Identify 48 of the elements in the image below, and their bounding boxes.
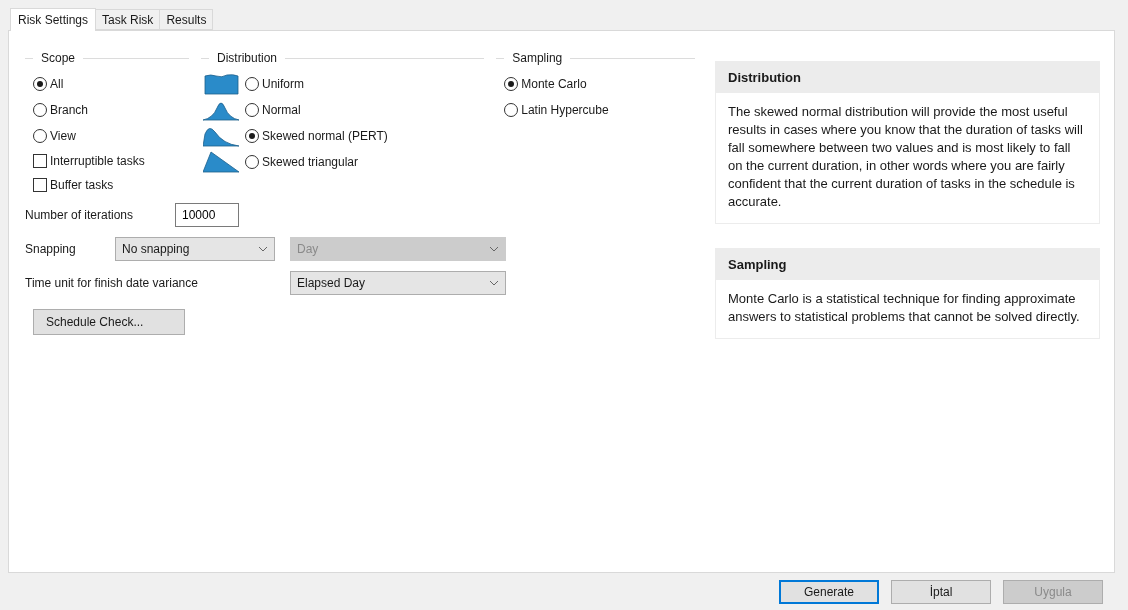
radio-option[interactable]: Skewed normal (PERT) xyxy=(245,129,388,143)
chevron-icon xyxy=(489,280,499,286)
group-title: Distribution xyxy=(217,51,277,65)
radio-option[interactable]: Skewed triangular xyxy=(245,155,359,169)
field-label: Time unit for finish date variance xyxy=(25,276,199,290)
chevron-icon xyxy=(489,246,499,252)
radio-option[interactable]: Normal xyxy=(245,103,301,117)
info-title: Distribution xyxy=(716,62,1099,93)
distribution-curve-icon xyxy=(203,102,240,121)
field-label: Snapping xyxy=(25,242,77,256)
distribution-curve-icon xyxy=(204,74,239,95)
iterations-input[interactable]: 10000 xyxy=(175,203,239,227)
radio-button[interactable] xyxy=(504,103,519,117)
radio-button[interactable] xyxy=(33,77,47,91)
snapping-dropdown[interactable]: No snapping xyxy=(115,237,275,261)
checkbox-option[interactable]: Interruptible tasks xyxy=(33,154,145,168)
info-text: Monte Carlo is a statistical technique for finding approximate answers to statistical problems that cannot be solved directly. xyxy=(727,290,1081,326)
time-unit-dropdown[interactable]: Elapsed Day xyxy=(290,271,506,295)
tab[interactable]: Task Risk xyxy=(95,9,161,30)
radio-button[interactable] xyxy=(33,129,47,143)
checkbox-option[interactable]: Buffer tasks xyxy=(33,178,114,192)
radio-button[interactable] xyxy=(33,103,47,117)
tab[interactable]: Results xyxy=(159,9,214,30)
info-text: The skewed normal distribution will provide the most useful results in cases where you know that the duration of tasks will fall somewhere between two values and is most likely to fall on the current duration, in other words where you are fairly confident that the current duration of tasks in the schedule is accurate. xyxy=(727,103,1084,211)
radio-option[interactable]: All xyxy=(33,77,64,91)
dialog-button[interactable]: İptal xyxy=(891,579,991,604)
radio-button[interactable] xyxy=(504,77,519,91)
radio-option[interactable]: Latin Hypercube xyxy=(504,103,609,117)
info-title: Sampling xyxy=(716,249,1099,280)
radio-option[interactable]: Uniform xyxy=(245,77,304,91)
radio-button[interactable] xyxy=(245,77,259,91)
checkbox[interactable] xyxy=(33,178,47,192)
radio-button[interactable] xyxy=(245,103,259,117)
schedule-check-button[interactable]: Schedule Check... xyxy=(33,309,185,335)
group-title: Scope xyxy=(41,51,76,65)
dialog-button[interactable]: Generate xyxy=(779,579,879,604)
field-label: Number of iterations xyxy=(25,208,135,222)
distribution-curve-icon xyxy=(203,128,240,147)
checkbox[interactable] xyxy=(33,154,47,168)
chevron-icon xyxy=(258,246,268,252)
radio-option[interactable]: Branch xyxy=(33,103,89,117)
radio-option[interactable]: View xyxy=(33,129,76,143)
radio-button[interactable] xyxy=(245,155,259,169)
tab[interactable]: Risk Settings xyxy=(10,8,97,31)
radio-option[interactable]: Monte Carlo xyxy=(504,77,587,91)
radio-button[interactable] xyxy=(245,129,259,143)
group-title: Sampling xyxy=(512,51,563,65)
distribution-curve-icon xyxy=(203,151,240,173)
